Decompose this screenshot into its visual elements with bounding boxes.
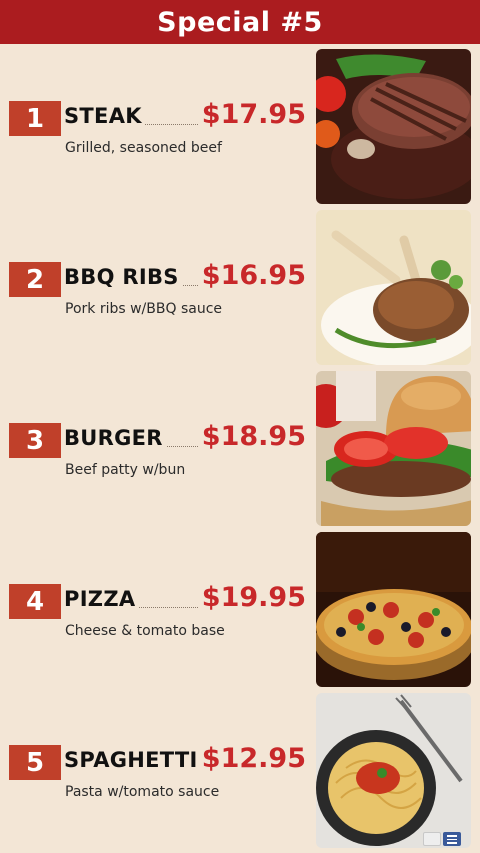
item-description: Pasta w/tomato sauce <box>65 784 220 800</box>
steak-photo <box>316 49 471 204</box>
pizza-photo <box>316 532 471 687</box>
item-number: 1 <box>9 101 61 136</box>
item-description: Pork ribs w/BBQ sauce <box>65 301 223 317</box>
item-description: Grilled, seasoned beef <box>65 140 222 156</box>
item-price: $12.95 <box>198 743 306 774</box>
item-number: 3 <box>9 423 61 458</box>
menu-item: 5 SPAGHETTI $12.95 Pasta w/tomato sauce <box>0 688 480 848</box>
page-title: Special #5 <box>157 6 323 38</box>
item-description: Beef patty w/bun <box>65 462 186 478</box>
item-number: 5 <box>9 745 61 780</box>
header-bar: Special #5 <box>0 0 480 44</box>
item-name: STEAK <box>64 104 145 128</box>
fullscreen-icon[interactable] <box>423 832 441 846</box>
item-price: $16.95 <box>198 260 306 291</box>
item-name: BURGER <box>64 426 166 450</box>
item-description: Cheese & tomato base <box>65 623 225 639</box>
menu-item: 2 BBQ RIBS $16.95 Pork ribs w/BBQ sauce <box>0 205 480 365</box>
burger-photo <box>316 371 471 526</box>
item-price: $17.95 <box>198 99 306 130</box>
item-number: 2 <box>9 262 61 297</box>
item-name: PIZZA <box>64 587 139 611</box>
item-name: BBQ RIBS <box>64 265 182 289</box>
menu-item: 4 PIZZA $19.95 Cheese & tomato base <box>0 527 480 687</box>
menu-icon[interactable] <box>443 832 461 846</box>
item-number: 4 <box>9 584 61 619</box>
menu-item: 1 STEAK $17.95 Grilled, seasoned beef <box>0 44 480 204</box>
menu-item: 3 BURGER $18.95 Beef patty w/bun <box>0 366 480 526</box>
spaghetti-photo <box>316 693 471 848</box>
item-price: $19.95 <box>198 582 306 613</box>
bbq-ribs-photo <box>316 210 471 365</box>
item-name: SPAGHETTI <box>64 748 201 772</box>
item-price: $18.95 <box>198 421 306 452</box>
